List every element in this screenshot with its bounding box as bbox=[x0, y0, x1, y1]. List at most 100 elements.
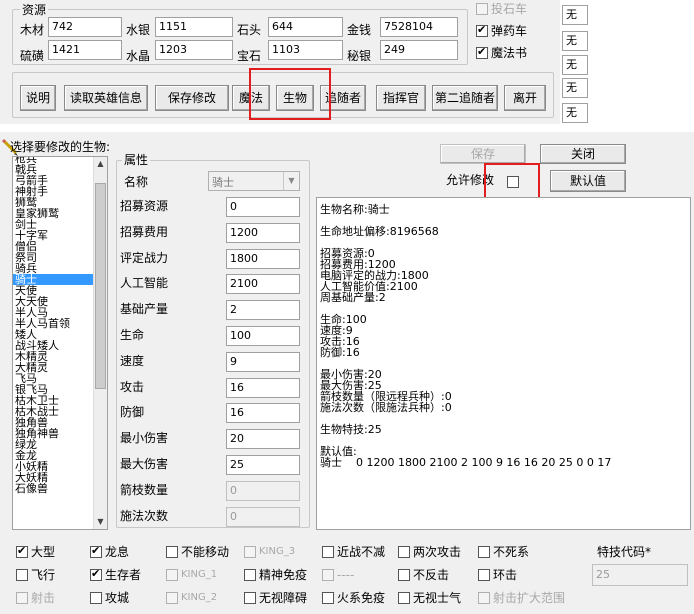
checkbox[interactable] bbox=[322, 545, 334, 558]
list-item[interactable]: 戟兵 bbox=[13, 164, 93, 175]
list-item[interactable]: 大精灵 bbox=[13, 362, 93, 373]
list-item[interactable]: 独角兽 bbox=[13, 417, 93, 428]
list-item[interactable]: 木精灵 bbox=[13, 351, 93, 362]
attr-input[interactable]: 1800 bbox=[226, 248, 300, 269]
list-item[interactable]: 十字军 bbox=[13, 230, 93, 241]
resource-input[interactable]: 1151 bbox=[155, 17, 233, 37]
attr-input[interactable]: 0 bbox=[226, 506, 300, 527]
checkbox[interactable] bbox=[478, 568, 490, 581]
creature-name-select[interactable]: 骑士 ▼ bbox=[208, 171, 300, 191]
list-item[interactable]: 战斗矮人 bbox=[13, 340, 93, 351]
info-textarea[interactable]: 生物名称:骑士 生命地址偏移:8196568 招募资源:0 招募费用:1200 电脑评定… bbox=[316, 197, 691, 530]
checkbox[interactable] bbox=[166, 545, 178, 558]
flag-checkbox[interactable]: KING_3 bbox=[244, 544, 295, 559]
resource-input[interactable]: 644 bbox=[268, 17, 343, 37]
flag-checkbox[interactable]: 无视士气 bbox=[398, 590, 461, 605]
flag-checkbox[interactable]: 两次攻击 bbox=[398, 544, 461, 559]
right-value-field[interactable]: 无 bbox=[562, 31, 588, 51]
toolbar-button-7[interactable]: 第二追随者 bbox=[432, 85, 498, 111]
flag-checkbox[interactable]: KING_2 bbox=[166, 590, 217, 605]
list-item[interactable]: 弓箭手 bbox=[13, 175, 93, 186]
list-item[interactable]: 绿龙 bbox=[13, 439, 93, 450]
check-2[interactable]: 魔法书 bbox=[476, 45, 527, 60]
list-item[interactable]: 半人马首领 bbox=[13, 318, 93, 329]
flag-checkbox[interactable]: KING_1 bbox=[166, 567, 217, 582]
flag-checkbox[interactable]: 飞行 bbox=[16, 567, 55, 582]
list-item[interactable]: 矮人 bbox=[13, 329, 93, 340]
attr-input[interactable]: 1200 bbox=[226, 222, 300, 243]
checkbox[interactable] bbox=[398, 591, 410, 604]
list-item[interactable]: 天使 bbox=[13, 285, 93, 296]
flag-checkbox[interactable]: 不死系 bbox=[478, 544, 529, 559]
checkbox[interactable] bbox=[16, 544, 28, 558]
checkbox[interactable] bbox=[90, 544, 102, 558]
toolbar-button-6[interactable]: 指挥官 bbox=[376, 85, 426, 111]
chevron-down-icon[interactable]: ▼ bbox=[283, 172, 299, 190]
attr-input[interactable]: 16 bbox=[226, 377, 300, 398]
check-0[interactable]: 投石车 bbox=[476, 1, 527, 16]
toolbar-button-8[interactable]: 离开 bbox=[504, 85, 546, 111]
list-item[interactable]: 狮鹫 bbox=[13, 197, 93, 208]
flag-checkbox[interactable]: 龙息 bbox=[90, 544, 129, 559]
attr-input[interactable]: 9 bbox=[226, 351, 300, 372]
checkbox[interactable] bbox=[478, 545, 490, 558]
list-item[interactable]: 大天使 bbox=[13, 296, 93, 307]
scroll-up-arrow-icon[interactable]: ▲ bbox=[94, 157, 107, 171]
flag-checkbox[interactable]: ---- bbox=[322, 567, 354, 582]
list-item[interactable]: 金龙 bbox=[13, 450, 93, 461]
creature-listbox[interactable]: 枪兵 戟兵 弓箭手 神射手 狮鹫 皇家狮鹫 剑士 十字军 僧侣 祭司 骑兵 骑士 天使 大天使 半人马 半人马… bbox=[12, 156, 108, 530]
checkbox[interactable] bbox=[476, 45, 488, 59]
resource-input[interactable]: 742 bbox=[48, 17, 122, 37]
flag-checkbox[interactable]: 射击 bbox=[16, 590, 55, 605]
checkbox[interactable] bbox=[166, 591, 178, 604]
checkbox[interactable] bbox=[476, 23, 488, 37]
attr-input[interactable]: 20 bbox=[226, 429, 300, 450]
attr-input[interactable]: 0 bbox=[226, 197, 300, 217]
list-item[interactable]: 大妖精 bbox=[13, 472, 93, 483]
save-button[interactable]: 保存 bbox=[440, 144, 526, 164]
attr-input[interactable]: 2100 bbox=[226, 274, 300, 295]
checkbox[interactable] bbox=[166, 568, 178, 581]
default-value-button[interactable]: 默认值 bbox=[550, 170, 626, 192]
scroll-down-arrow-icon[interactable]: ▼ bbox=[94, 515, 107, 529]
attr-input[interactable]: 100 bbox=[226, 326, 300, 346]
checkbox[interactable] bbox=[476, 2, 488, 15]
list-item[interactable]: 小妖精 bbox=[13, 461, 93, 472]
list-item[interactable]: 半人马 bbox=[13, 307, 93, 318]
list-item[interactable]: 祭司 bbox=[13, 252, 93, 263]
resource-input[interactable]: 1103 bbox=[268, 40, 343, 60]
checkbox[interactable] bbox=[398, 545, 410, 558]
toolbar-button-0[interactable]: 说明 bbox=[20, 85, 56, 111]
list-item[interactable]: 飞马 bbox=[13, 373, 93, 384]
list-item[interactable]: 皇家狮鹫 bbox=[13, 208, 93, 219]
checkbox[interactable] bbox=[90, 591, 102, 604]
right-value-field[interactable]: 无 bbox=[562, 5, 588, 25]
checkbox[interactable] bbox=[244, 591, 256, 604]
close-button[interactable]: 关闭 bbox=[540, 144, 626, 164]
list-item[interactable]: 枪兵 bbox=[13, 157, 93, 164]
list-item[interactable]: 独角神兽 bbox=[13, 428, 93, 439]
flag-checkbox[interactable]: 无视障碍 bbox=[244, 590, 307, 605]
flag-checkbox[interactable]: 不能移动 bbox=[166, 544, 229, 559]
special-code-input[interactable]: 25 bbox=[592, 564, 688, 586]
list-item[interactable]: 神射手 bbox=[13, 186, 93, 197]
attr-input[interactable]: 2 bbox=[226, 300, 300, 321]
checkbox[interactable] bbox=[244, 568, 256, 581]
checkbox[interactable] bbox=[478, 591, 490, 604]
flag-checkbox[interactable]: 近战不减 bbox=[322, 544, 385, 559]
list-item[interactable]: 骑士 bbox=[13, 274, 93, 285]
attr-input[interactable]: 0 bbox=[226, 480, 300, 501]
list-item[interactable]: 剑士 bbox=[13, 219, 93, 230]
right-value-field[interactable]: 无 bbox=[562, 103, 588, 123]
list-item[interactable]: 银飞马 bbox=[13, 384, 93, 395]
checkbox[interactable] bbox=[244, 545, 256, 558]
resource-input[interactable]: 7528104 bbox=[380, 17, 458, 37]
flag-checkbox[interactable]: 生存者 bbox=[90, 567, 141, 582]
checkbox[interactable] bbox=[16, 591, 28, 604]
checkbox[interactable] bbox=[90, 567, 102, 581]
checkbox[interactable] bbox=[16, 568, 28, 581]
attr-input[interactable]: 16 bbox=[226, 403, 300, 424]
list-item[interactable]: 僧侣 bbox=[13, 241, 93, 252]
checkbox[interactable] bbox=[398, 568, 410, 581]
right-value-field[interactable]: 无 bbox=[562, 78, 588, 98]
